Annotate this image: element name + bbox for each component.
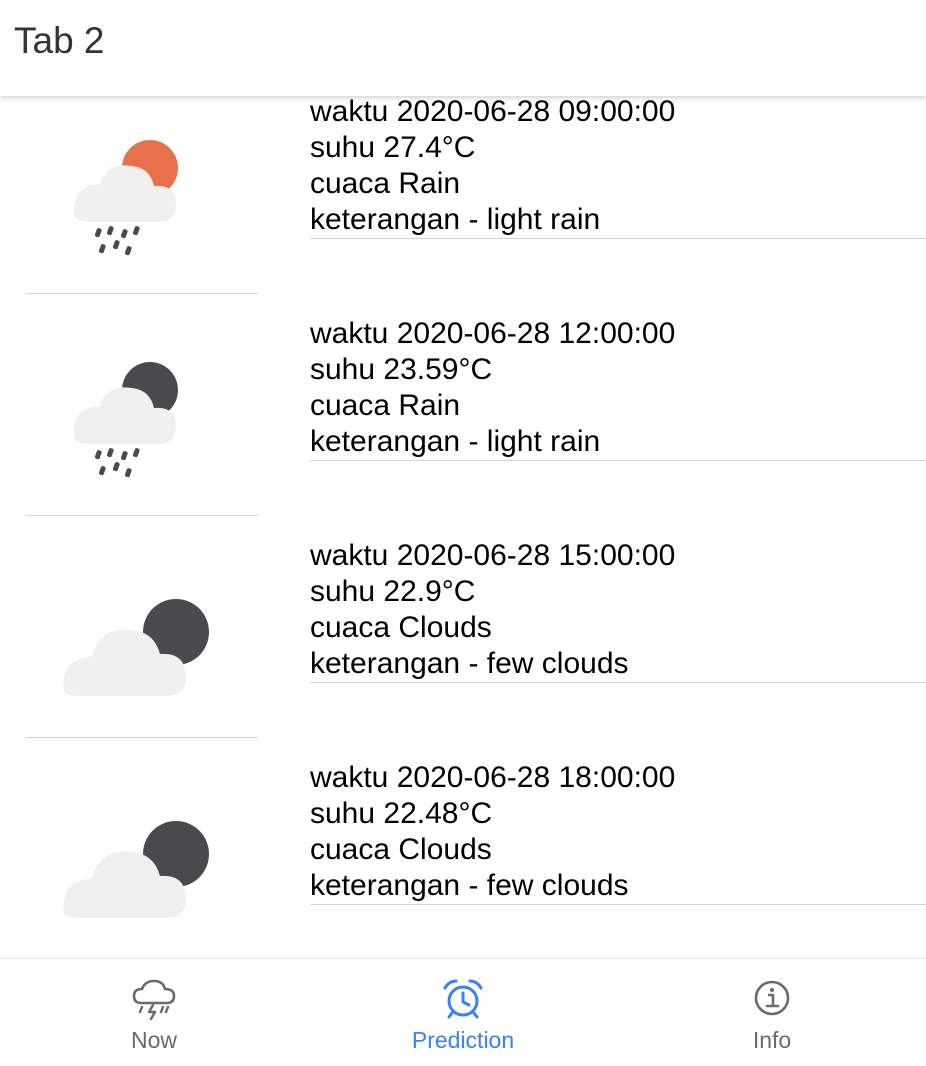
- forecast-icon-cell: [26, 540, 258, 738]
- info-icon: [754, 980, 790, 1016]
- forecast-details: waktu 2020-06-28 18:00:00 suhu 22.48°C c…: [310, 760, 926, 905]
- forecast-icon-cell: [26, 96, 258, 294]
- divider: [26, 736, 258, 738]
- thunderstorm-icon: [132, 979, 176, 1021]
- cloud-night-icon: [63, 821, 209, 918]
- forecast-item: waktu 2020-06-28 12:00:00 suhu 23.59°C c…: [0, 316, 926, 540]
- cloud-night-icon: [63, 599, 209, 696]
- forecast-time: waktu 2020-06-28 18:00:00: [310, 761, 676, 794]
- forecast-details: waktu 2020-06-28 12:00:00 suhu 23.59°C c…: [310, 316, 926, 461]
- tab-prediction[interactable]: Prediction: [309, 959, 617, 1066]
- forecast-temperature: suhu 27.4°C: [310, 131, 476, 164]
- forecast-weather: cuaca Clouds: [310, 611, 492, 644]
- divider: [26, 292, 258, 294]
- page-title: Tab 2: [14, 20, 105, 61]
- tab-prediction-label: Prediction: [411, 1027, 515, 1053]
- forecast-description: keterangan - few clouds: [310, 647, 629, 680]
- app-root: Tab 2 waktu 2020-06-28 09:00:00 suhu 27.…: [0, 0, 926, 1066]
- forecast-temperature: suhu 22.48°C: [310, 797, 493, 830]
- forecast-item: waktu 2020-06-28 18:00:00 suhu 22.48°C c…: [0, 760, 926, 958]
- tab-now-label: Now: [130, 1027, 177, 1053]
- rain-night-icon: [73, 362, 178, 478]
- tab-info-label: Info: [752, 1027, 792, 1053]
- forecast-time: waktu 2020-06-28 15:00:00: [310, 539, 676, 572]
- tab-info[interactable]: Info: [618, 959, 926, 1066]
- tab-bar: Now Prediction Info: [0, 958, 926, 1066]
- forecast-icon-cell: [26, 318, 258, 516]
- forecast-weather: cuaca Clouds: [310, 833, 492, 866]
- forecast-description: keterangan - few clouds: [310, 869, 629, 902]
- forecast-icon-cell: [26, 762, 258, 958]
- forecast-details: waktu 2020-06-28 09:00:00 suhu 27.4°C cu…: [310, 96, 926, 239]
- forecast-weather: cuaca Rain: [310, 389, 461, 422]
- forecast-description: keterangan - light rain: [310, 203, 601, 236]
- forecast-item: waktu 2020-06-28 15:00:00 suhu 22.9°C cu…: [0, 538, 926, 762]
- forecast-item: waktu 2020-06-28 09:00:00 suhu 27.4°C cu…: [0, 96, 926, 318]
- forecast-list: waktu 2020-06-28 09:00:00 suhu 27.4°C cu…: [0, 96, 926, 958]
- toolbar: Tab 2: [0, 0, 926, 96]
- forecast-temperature: suhu 23.59°C: [310, 353, 493, 386]
- alarm-clock-icon: [443, 979, 483, 1019]
- forecast-weather: cuaca Rain: [310, 167, 461, 200]
- divider: [26, 514, 258, 516]
- forecast-time: waktu 2020-06-28 09:00:00: [310, 96, 676, 128]
- rain-day-icon: [73, 140, 178, 256]
- forecast-description: keterangan - light rain: [310, 425, 601, 458]
- forecast-time: waktu 2020-06-28 12:00:00: [310, 317, 676, 350]
- tab-now[interactable]: Now: [0, 959, 308, 1066]
- forecast-details: waktu 2020-06-28 15:00:00 suhu 22.9°C cu…: [310, 538, 926, 683]
- forecast-temperature: suhu 22.9°C: [310, 575, 476, 608]
